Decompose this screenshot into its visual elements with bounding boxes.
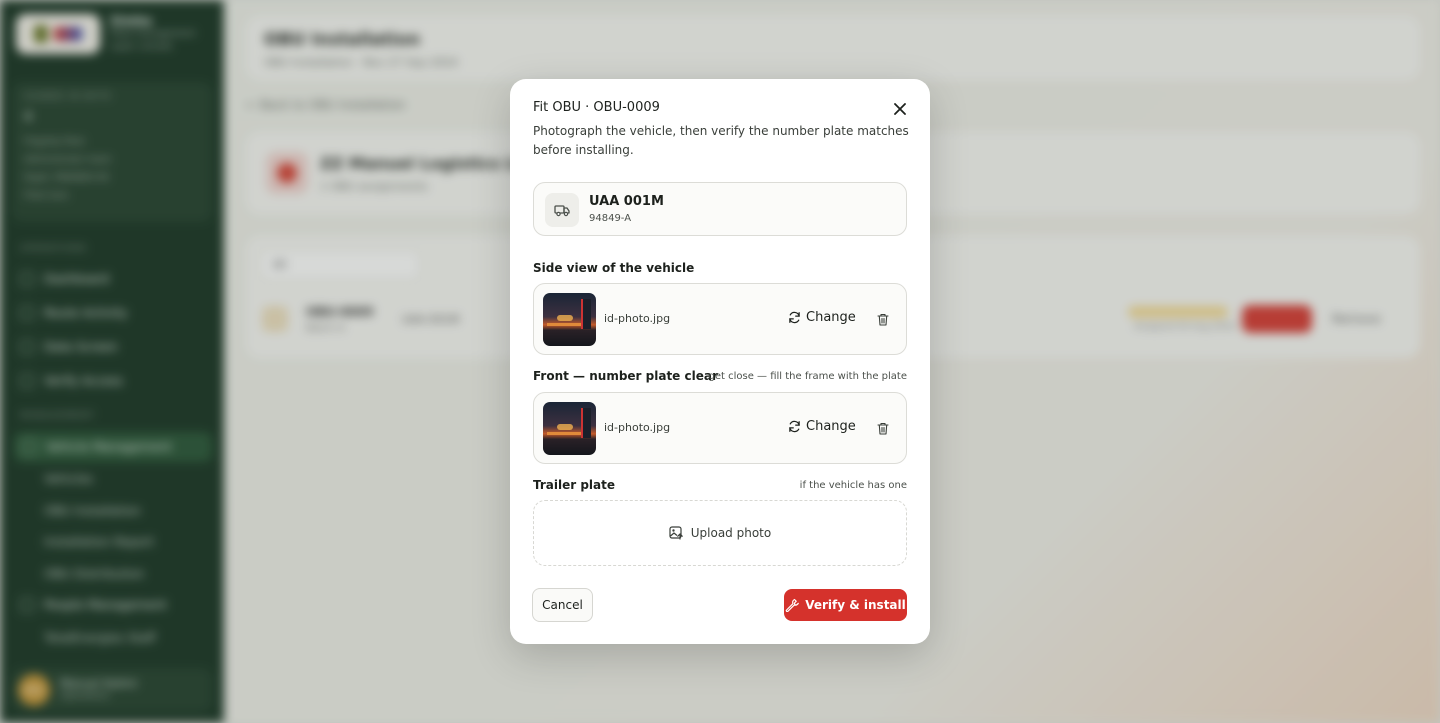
photo-filename: id-photo.jpg: [604, 421, 671, 434]
trash-icon: [877, 422, 889, 435]
wrench-icon: [785, 598, 800, 612]
trailer-label: Trailer plate: [533, 478, 616, 492]
verify-install-button[interactable]: Verify & install: [784, 589, 907, 621]
photo-thumbnail: [543, 293, 596, 346]
delete-photo-button[interactable]: [875, 311, 891, 327]
front-view-hint: get close — fill the frame with the plat…: [708, 371, 907, 382]
truck-icon: [545, 193, 579, 227]
refresh-icon: [789, 420, 800, 433]
upload-photo-button[interactable]: Upload photo: [533, 500, 907, 566]
front-view-label: Front — number plate clear: [533, 369, 718, 383]
cancel-button[interactable]: Cancel: [532, 588, 593, 622]
change-photo-button[interactable]: Change: [788, 419, 856, 434]
vehicle-summary: UAA 001M 94849-A: [533, 182, 907, 236]
change-photo-button[interactable]: Change: [788, 310, 856, 325]
fit-obu-dialog: Fit OBU · OBU-0009 Photograph the vehicl…: [510, 79, 930, 644]
trailer-hint: if the vehicle has one: [799, 480, 907, 491]
side-view-label: Side view of the vehicle: [533, 261, 695, 275]
close-button[interactable]: [890, 99, 910, 119]
photo-filename: id-photo.jpg: [604, 312, 671, 325]
refresh-icon: [789, 311, 800, 324]
front-view-photo: id-photo.jpg Change: [533, 392, 907, 464]
trash-icon: [877, 313, 889, 326]
dialog-title: Fit OBU · OBU-0009: [533, 100, 660, 115]
vehicle-plate: UAA 001M: [589, 194, 664, 209]
close-icon: [894, 103, 906, 115]
delete-photo-button[interactable]: [875, 420, 891, 436]
vehicle-code: 94849-A: [589, 213, 632, 224]
side-view-photo: id-photo.jpg Change: [533, 283, 907, 355]
dialog-description: Photograph the vehicle, then verify the …: [533, 124, 909, 157]
photo-thumbnail: [543, 402, 596, 455]
image-upload-icon: [669, 526, 683, 540]
